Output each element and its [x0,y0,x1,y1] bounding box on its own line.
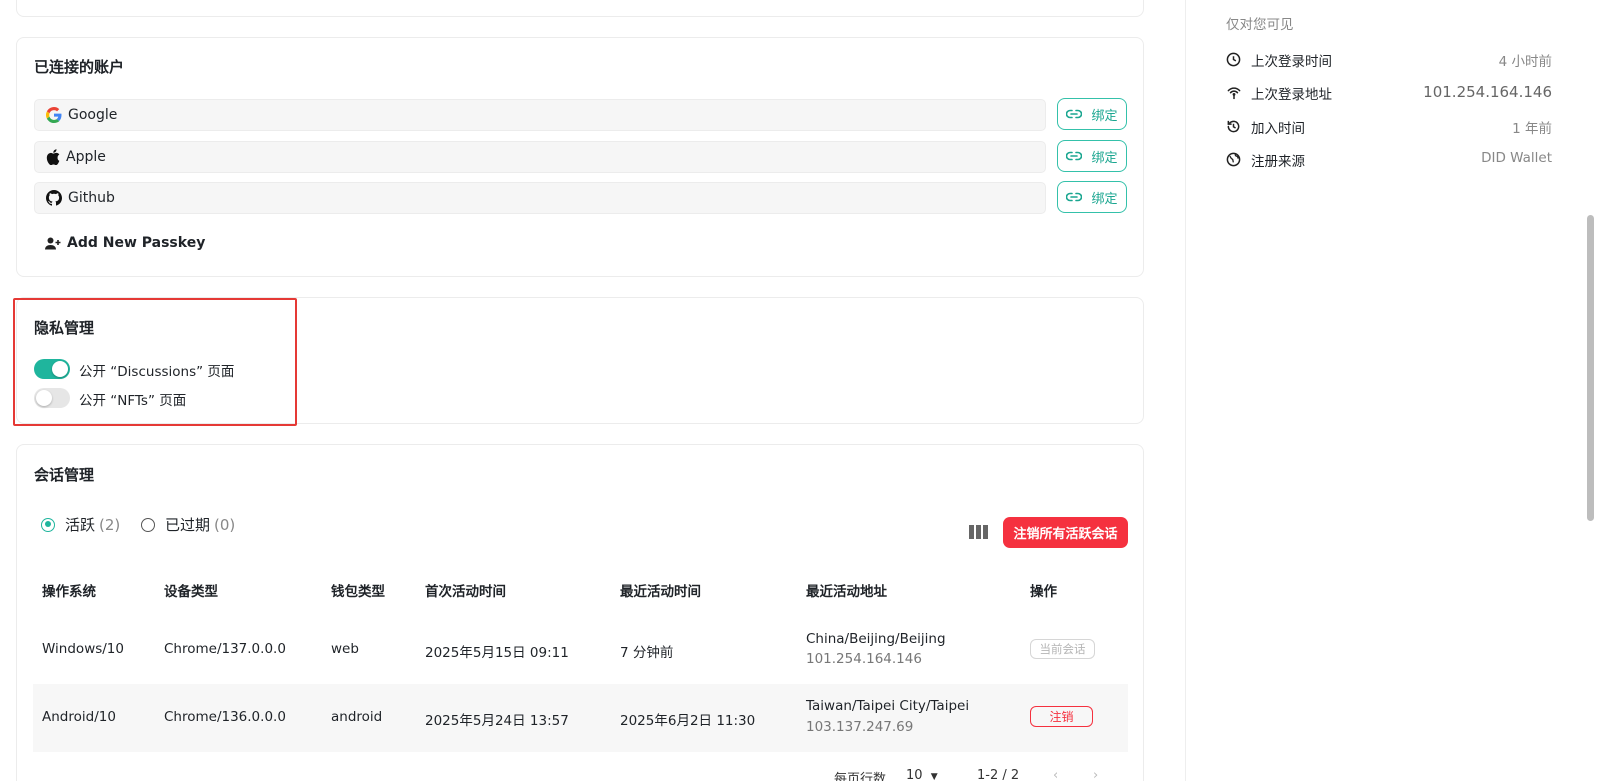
bind-label: 绑定 [1091,150,1118,166]
column-header-wallet: 钱包类型 [331,584,385,600]
toggle-knob [36,390,52,406]
info-row-last-login-time: 上次登录时间 4 小时前 [1226,50,1552,70]
account-row-google: Google [34,99,1046,131]
account-name: Google [68,107,118,123]
bind-google-button[interactable]: 绑定 [1057,98,1127,130]
add-user-icon [45,237,61,249]
info-label: 加入时间 [1251,121,1305,137]
column-header-actions: 操作 [1030,584,1057,600]
filter-active-count: (2) [99,515,121,534]
sessions-title: 会话管理 [34,466,95,484]
info-value: 4 小时前 [1498,54,1552,70]
link-icon [1066,192,1083,202]
filter-active-radio[interactable]: 活跃 (2) [41,514,120,535]
columns-icon[interactable] [969,525,989,539]
rows-per-page-value: 10 [906,768,923,781]
cell-ip: 101.254.164.146 [806,651,922,667]
discussions-toggle-label: 公开 “Discussions” 页面 [79,364,235,380]
cell-last-activity: 7 分钟前 [620,645,674,661]
info-label: 上次登录地址 [1251,87,1332,103]
revoke-all-sessions-button[interactable]: 注销所有活跃会话 [1003,517,1128,548]
rows-per-page-label: 每页行数 [834,772,887,781]
cell-wallet: web [331,641,359,657]
page-range: 1-2 / 2 [977,768,1020,781]
connected-accounts-card: 已连接的账户 Google 绑定 Apple 绑定 Github 绑定 Add … [16,37,1144,277]
globe-icon [1226,152,1241,167]
revoke-session-button[interactable]: 注销 [1030,706,1093,727]
account-name: Apple [66,149,106,165]
info-label: 注册来源 [1251,154,1305,170]
privacy-card: 隐私管理 公开 “Discussions” 页面 公开 “NFTs” 页面 [16,297,1144,424]
radio-circle [141,517,155,532]
info-value: 101.254.164.146 [1423,83,1552,101]
cell-last-activity: 2025年6月2日 11:30 [620,713,756,729]
prev-page-icon[interactable]: ‹ [1053,768,1058,781]
profile-sidebar: 仅对您可见 上次登录时间 4 小时前 上次登录地址 101.254.164.14… [1185,0,1574,781]
nfts-toggle[interactable] [34,388,70,408]
visibility-note: 仅对您可见 [1226,17,1294,33]
filter-expired-radio[interactable]: 已过期 (0) [141,514,235,535]
filter-expired-label: 已过期 [165,516,211,534]
next-page-icon[interactable]: › [1093,768,1098,781]
cell-os: Android/10 [42,709,116,725]
column-header-os: 操作系统 [42,584,96,600]
account-row-apple: Apple [34,141,1046,173]
info-value: DID Wallet [1481,150,1552,166]
info-row-join-time: 加入时间 1 年前 [1226,117,1552,137]
current-session-badge: 当前会话 [1030,639,1095,659]
google-icon [46,107,62,123]
info-row-registration-source: 注册来源 DID Wallet [1226,150,1552,170]
bind-label: 绑定 [1091,191,1118,207]
cell-wallet: android [331,709,383,725]
discussions-toggle[interactable] [34,359,70,379]
github-icon [46,190,62,206]
cell-first-activity: 2025年5月15日 09:11 [425,645,569,661]
page-scrollbar[interactable] [1587,215,1594,521]
cell-location: China/Beijing/Beijing [806,631,946,647]
apple-icon [46,149,60,165]
history-icon [1227,120,1240,133]
nfts-toggle-label: 公开 “NFTs” 页面 [79,393,187,409]
cell-os: Windows/10 [42,641,124,657]
cell-first-activity: 2025年5月24日 13:57 [425,713,569,729]
cell-ip: 103.137.247.69 [806,719,914,735]
filter-expired-count: (0) [214,515,236,534]
rows-per-page-select[interactable]: 10 ▼ [906,768,938,781]
account-row-github: Github [34,182,1046,214]
column-header-last-location: 最近活动地址 [806,584,887,600]
radio-circle [41,517,55,532]
cell-device: Chrome/136.0.0.0 [164,709,286,725]
privacy-title: 隐私管理 [34,319,95,337]
bind-label: 绑定 [1091,108,1118,124]
info-label: 上次登录时间 [1251,54,1332,70]
bind-github-button[interactable]: 绑定 [1057,181,1127,213]
column-header-device: 设备类型 [164,584,218,600]
connected-accounts-title: 已连接的账户 [34,58,125,76]
info-row-last-login-address: 上次登录地址 101.254.164.146 [1226,83,1552,103]
signal-icon [1227,87,1241,100]
account-name: Github [68,190,115,206]
link-icon [1066,151,1083,161]
toggle-knob [52,361,68,377]
column-header-first-activity: 首次活动时间 [425,584,506,600]
bind-apple-button[interactable]: 绑定 [1057,140,1127,172]
chevron-down-icon: ▼ [930,772,938,781]
add-passkey-button[interactable]: Add New Passkey [45,235,205,251]
info-value: 1 年前 [1512,121,1552,137]
column-header-last-activity: 最近活动时间 [620,584,701,600]
filter-active-label: 活跃 [65,516,96,534]
cell-location: Taiwan/Taipei City/Taipei [806,698,970,714]
link-icon [1066,109,1083,119]
previous-card [16,0,1144,17]
cell-device: Chrome/137.0.0.0 [164,641,286,657]
main-content: 已连接的账户 Google 绑定 Apple 绑定 Github 绑定 Add … [0,0,1170,781]
clock-icon [1226,52,1241,67]
add-passkey-label: Add New Passkey [67,235,206,251]
